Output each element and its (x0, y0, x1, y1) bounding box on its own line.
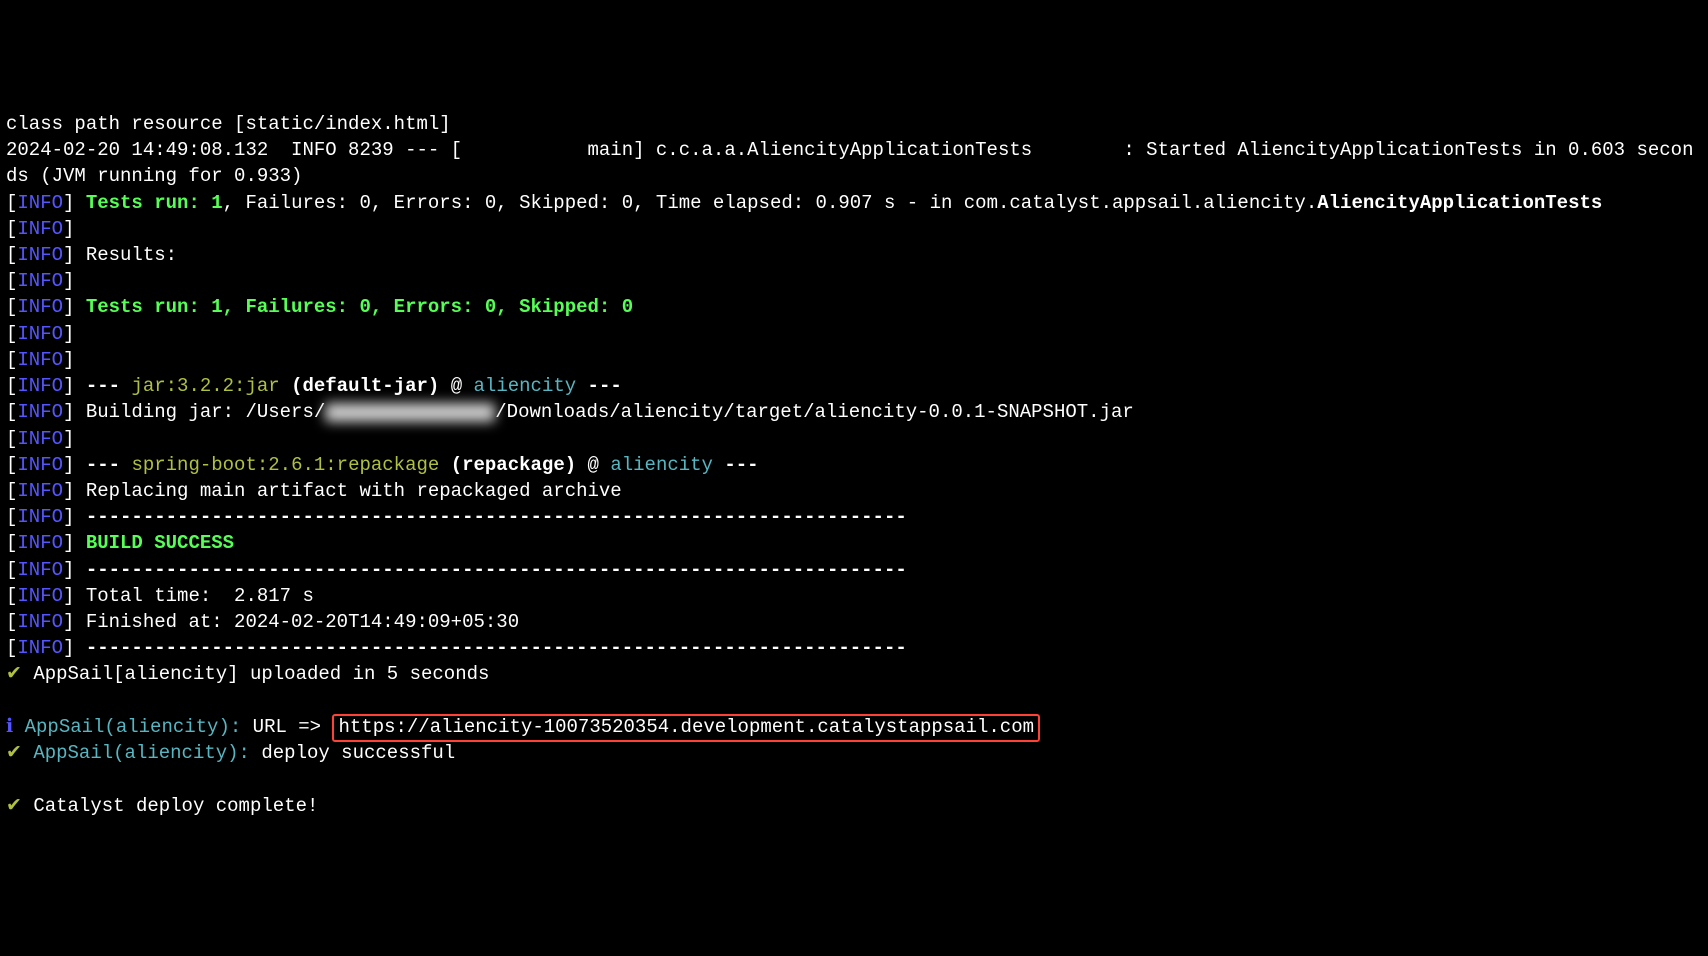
plugin-dash: --- (74, 375, 131, 397)
at: @ (576, 454, 610, 476)
results-label: Results: (74, 244, 177, 266)
plugin-dash: --- (74, 454, 131, 476)
redacted-user (325, 403, 495, 422)
info-tag: INFO (17, 375, 63, 397)
deploy-url[interactable]: https://aliencity-10073520354.developmen… (332, 714, 1040, 742)
deploy-ok: deploy successful (250, 742, 455, 764)
log-line: class path resource [static/index.html] (6, 113, 451, 135)
project-name: aliencity (610, 454, 713, 476)
terminal-output: class path resource [static/index.html] … (6, 111, 1702, 819)
check-icon: ✔ (6, 663, 22, 685)
build-jar-path-pre: Building jar: /Users/ (74, 401, 325, 423)
jar-goal: (default-jar) (280, 375, 440, 397)
info-tag: INFO (17, 428, 63, 450)
tests-summary: Tests run: 1, Failures: 0, Errors: 0, Sk… (74, 296, 633, 318)
jar-plugin: jar:3.2.2:jar (131, 375, 279, 397)
plugin-dash-end: --- (576, 375, 622, 397)
info-tag: INFO (17, 585, 63, 607)
info-tag: INFO (17, 559, 63, 581)
log-line: 2024-02-20 14:49:08.132 INFO 8239 --- [ … (6, 139, 1693, 187)
tests-class: AliencityApplicationTests (1317, 192, 1602, 214)
build-success: BUILD SUCCESS (74, 532, 234, 554)
total-time: Total time: 2.817 s (74, 585, 313, 607)
hr: ----------------------------------------… (74, 637, 906, 659)
info-tag: INFO (17, 296, 63, 318)
info-tag: INFO (17, 218, 63, 240)
check-icon: ✔ (6, 795, 22, 817)
info-tag: INFO (17, 454, 63, 476)
tests-detail: , Failures: 0, Errors: 0, Skipped: 0, Ti… (223, 192, 1318, 214)
info-tag: INFO (17, 532, 63, 554)
spring-goal: (repackage) (439, 454, 576, 476)
info-tag: INFO (17, 323, 63, 345)
build-jar-path-post: /Downloads/aliencity/target/aliencity-0.… (495, 401, 1134, 423)
info-tag: INFO (17, 480, 63, 502)
info-tag: INFO (17, 349, 63, 371)
appsail-tag: AppSail(aliencity): (13, 716, 241, 738)
deploy-complete: Catalyst deploy complete! (22, 795, 318, 817)
upload-line: AppSail[aliencity] uploaded in 5 seconds (22, 663, 489, 685)
hr: ----------------------------------------… (74, 506, 906, 528)
at: @ (439, 375, 473, 397)
hr: ----------------------------------------… (74, 559, 906, 581)
plugin-dash-end: --- (713, 454, 759, 476)
info-tag: INFO (17, 244, 63, 266)
info-tag: INFO (17, 611, 63, 633)
url-label: URL => (241, 716, 332, 738)
replace-line: Replacing main artifact with repackaged … (74, 480, 621, 502)
spring-plugin: spring-boot:2.6.1:repackage (131, 454, 439, 476)
project-name: aliencity (474, 375, 577, 397)
check-icon: ✔ (6, 742, 22, 764)
info-tag: INFO (17, 506, 63, 528)
tests-run: Tests run: 1 (74, 192, 222, 214)
info-tag: INFO (17, 192, 63, 214)
info-tag: INFO (17, 637, 63, 659)
info-tag: INFO (17, 401, 63, 423)
finished-at: Finished at: 2024-02-20T14:49:09+05:30 (74, 611, 519, 633)
appsail-tag: AppSail(aliencity): (22, 742, 250, 764)
info-tag: INFO (17, 270, 63, 292)
